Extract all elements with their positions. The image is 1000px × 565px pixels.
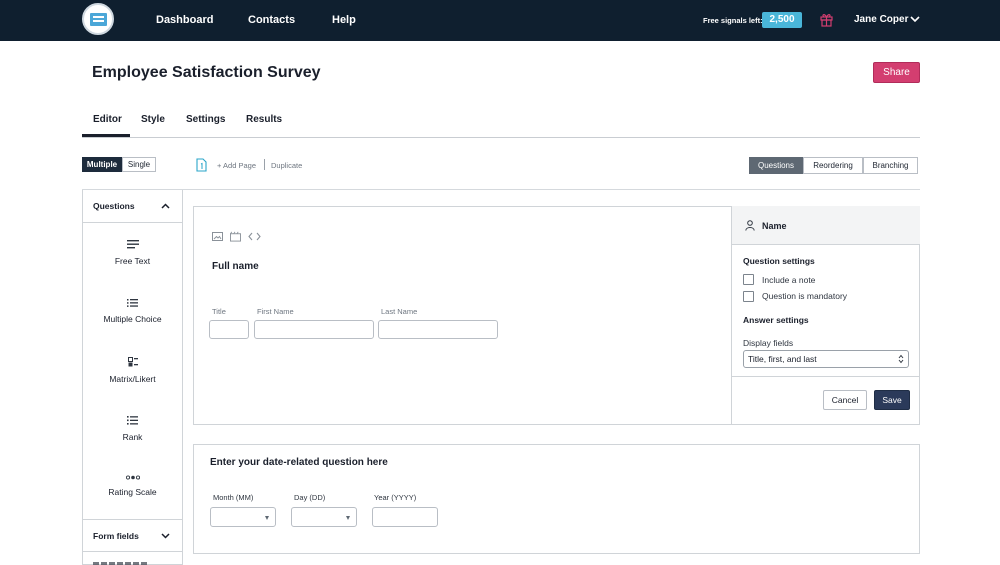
- share-button[interactable]: Share: [873, 62, 920, 83]
- questions-section-header[interactable]: Questions: [83, 190, 182, 223]
- settings-panel-header: Name: [732, 206, 920, 245]
- display-fields-label: Display fields: [743, 338, 794, 348]
- field-label-day: Day (DD): [294, 493, 326, 502]
- field-label-month: Month (MM): [213, 493, 254, 502]
- question-type-rating-scale[interactable]: Rating Scale: [83, 475, 182, 497]
- question-type-rank[interactable]: Rank: [83, 416, 182, 442]
- tab-settings[interactable]: Settings: [186, 114, 225, 125]
- free-signals-badge: 2,500: [762, 12, 802, 28]
- page-icon: [196, 158, 207, 172]
- page-title: Employee Satisfaction Survey: [92, 64, 321, 81]
- save-button[interactable]: Save: [874, 390, 910, 410]
- logo[interactable]: [82, 3, 114, 35]
- month-dropdown[interactable]: [210, 507, 276, 527]
- include-note-checkbox[interactable]: [743, 274, 754, 285]
- first-name-input[interactable]: [254, 320, 374, 339]
- toolbar-divider-line: [82, 189, 920, 190]
- rank-icon: [127, 416, 138, 425]
- chevron-down-icon[interactable]: [161, 533, 170, 539]
- free-text-icon: [126, 240, 139, 249]
- cancel-button[interactable]: Cancel: [823, 390, 867, 410]
- mode-single-toggle[interactable]: Single: [122, 157, 156, 172]
- settings-panel-title: Name: [762, 221, 787, 231]
- nav-contacts[interactable]: Contacts: [248, 14, 295, 26]
- matrix-icon: [127, 357, 138, 367]
- day-dropdown[interactable]: [291, 507, 357, 527]
- field-label-title: Title: [212, 307, 226, 316]
- question-type-label: Matrix/Likert: [109, 374, 156, 384]
- year-input[interactable]: [372, 507, 438, 527]
- duplicate-link[interactable]: Duplicate: [271, 161, 302, 170]
- tab-results[interactable]: Results: [246, 114, 282, 125]
- question-type-free-text[interactable]: Free Text: [83, 240, 182, 266]
- question-title[interactable]: Full name: [212, 261, 259, 272]
- add-page-link[interactable]: + Add Page: [217, 161, 256, 170]
- question-settings-heading: Question settings: [743, 256, 815, 266]
- view-reordering-toggle[interactable]: Reordering: [803, 157, 863, 174]
- chevron-down-icon[interactable]: [910, 15, 920, 23]
- free-signals-label: Free signals left:: [703, 16, 763, 25]
- tab-editor[interactable]: Editor: [93, 114, 122, 125]
- select-arrows-icon: [898, 354, 904, 364]
- tab-style[interactable]: Style: [141, 114, 165, 125]
- question-title[interactable]: Enter your date-related question here: [210, 457, 388, 468]
- next-section-header-cut: [93, 561, 153, 565]
- question-settings-panel: Name Question settings Include a note Qu…: [731, 206, 920, 425]
- answer-settings-heading: Answer settings: [743, 315, 809, 325]
- last-name-input[interactable]: [378, 320, 498, 339]
- view-branching-toggle[interactable]: Branching: [863, 157, 918, 174]
- dropdown-arrow-icon: [265, 516, 269, 520]
- field-label-year: Year (YYYY): [374, 493, 417, 502]
- top-nav-bar: Dashboard Contacts Help Free signals lef…: [0, 0, 1000, 41]
- image-icon[interactable]: [212, 231, 223, 242]
- nav-dashboard[interactable]: Dashboard: [156, 14, 213, 26]
- view-questions-toggle[interactable]: Questions: [749, 157, 803, 174]
- title-input[interactable]: [209, 320, 249, 339]
- chevron-up-icon[interactable]: [161, 203, 170, 209]
- question-type-label: Free Text: [114, 256, 151, 266]
- user-menu-name[interactable]: Jane Coper: [854, 14, 908, 25]
- display-fields-value: Title, first, and last: [748, 354, 817, 364]
- mandatory-label[interactable]: Question is mandatory: [762, 291, 847, 301]
- mandatory-checkbox[interactable]: [743, 291, 754, 302]
- video-icon[interactable]: [230, 231, 241, 242]
- question-type-label: Rating Scale: [108, 487, 157, 497]
- tabs-divider: [82, 137, 920, 138]
- person-icon: [745, 220, 755, 231]
- form-fields-section-header[interactable]: Form fields: [83, 519, 182, 552]
- rating-scale-icon: [125, 475, 140, 480]
- code-icon[interactable]: [248, 231, 261, 242]
- dropdown-arrow-icon: [346, 516, 350, 520]
- settings-divider: [732, 376, 920, 377]
- multiple-choice-icon: [127, 299, 138, 307]
- form-fields-section-label: Form fields: [93, 531, 139, 541]
- question-type-label: Rank: [122, 432, 143, 442]
- gift-icon[interactable]: [820, 12, 833, 27]
- field-label-last-name: Last Name: [381, 307, 418, 316]
- question-card-date[interactable]: Enter your date-related question here Mo…: [193, 444, 920, 554]
- include-note-label[interactable]: Include a note: [762, 275, 815, 285]
- nav-help[interactable]: Help: [332, 14, 356, 26]
- question-type-multiple-choice[interactable]: Multiple Choice: [83, 299, 182, 324]
- display-fields-select[interactable]: Title, first, and last: [743, 350, 909, 368]
- questions-section-label: Questions: [93, 201, 135, 211]
- question-type-matrix[interactable]: Matrix/Likert: [83, 357, 182, 384]
- question-type-label: Multiple Choice: [103, 314, 162, 324]
- logo-mark-icon: [90, 13, 107, 26]
- mode-multiple-toggle[interactable]: Multiple: [82, 157, 122, 172]
- question-type-sidebar: Questions Free Text Multiple Choice Matr…: [82, 190, 183, 565]
- field-label-first-name: First Name: [257, 307, 294, 316]
- toolbar-divider: [264, 159, 265, 170]
